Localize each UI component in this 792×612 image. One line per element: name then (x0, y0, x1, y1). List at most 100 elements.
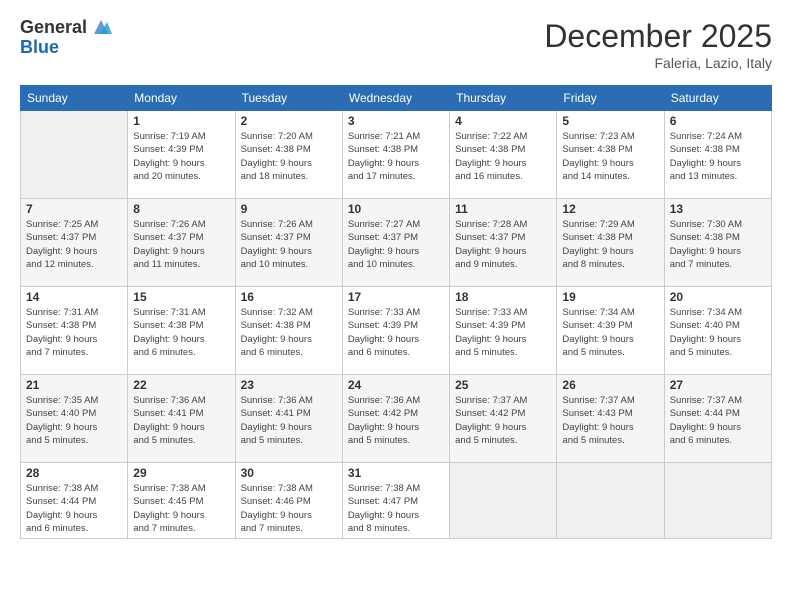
table-cell: 2 Sunrise: 7:20 AMSunset: 4:38 PMDaylight… (235, 111, 342, 199)
table-cell: 17Sunrise: 7:33 AMSunset: 4:39 PMDayligh… (342, 287, 449, 375)
day-info: Sunrise: 7:23 AMSunset: 4:38 PMDaylight:… (562, 130, 658, 183)
table-cell: 11 Sunrise: 7:28 AMSunset: 4:37 PMDayligh… (450, 199, 557, 287)
header-wednesday: Wednesday (342, 86, 449, 111)
table-cell: 28 Sunrise: 7:38 AMSunset: 4:44 PMDayligh… (21, 463, 128, 539)
day-number: 21 (26, 378, 122, 392)
day-number: 28 (26, 466, 122, 480)
day-info: Sunrise: 7:36 AMSunset: 4:41 PMDaylight:… (133, 394, 229, 447)
day-number: 11 (455, 202, 551, 216)
table-cell: 27 Sunrise: 7:37 AMSunset: 4:44 PMDayligh… (664, 375, 771, 463)
table-cell: 19Sunrise: 7:34 AMSunset: 4:39 PMDayligh… (557, 287, 664, 375)
day-number: 25 (455, 378, 551, 392)
day-info: Sunrise: 7:37 AMSunset: 4:42 PMDaylight:… (455, 394, 551, 447)
day-info: Sunrise: 7:19 AMSunset: 4:39 PMDaylight:… (133, 130, 229, 183)
day-number: 4 (455, 114, 551, 128)
table-cell: 6 Sunrise: 7:24 AMSunset: 4:38 PMDaylight… (664, 111, 771, 199)
day-number: 8 (133, 202, 229, 216)
weekday-header-row: Sunday Monday Tuesday Wednesday Thursday… (21, 86, 772, 111)
day-info: Sunrise: 7:26 AMSunset: 4:37 PMDaylight:… (133, 218, 229, 271)
day-info: Sunrise: 7:30 AMSunset: 4:38 PMDaylight:… (670, 218, 766, 271)
day-info: Sunrise: 7:36 AMSunset: 4:42 PMDaylight:… (348, 394, 444, 447)
header-friday: Friday (557, 86, 664, 111)
week-row-2: 7 Sunrise: 7:25 AMSunset: 4:37 PMDaylight… (21, 199, 772, 287)
logo-icon (90, 16, 112, 38)
day-info: Sunrise: 7:26 AMSunset: 4:37 PMDaylight:… (241, 218, 337, 271)
day-number: 1 (133, 114, 229, 128)
day-number: 19 (562, 290, 658, 304)
day-number: 27 (670, 378, 766, 392)
table-cell: 3 Sunrise: 7:21 AMSunset: 4:38 PMDaylight… (342, 111, 449, 199)
calendar-table: Sunday Monday Tuesday Wednesday Thursday… (20, 85, 772, 539)
table-cell: 13 Sunrise: 7:30 AMSunset: 4:38 PMDayligh… (664, 199, 771, 287)
table-cell: 23 Sunrise: 7:36 AMSunset: 4:41 PMDayligh… (235, 375, 342, 463)
day-info: Sunrise: 7:32 AMSunset: 4:38 PMDaylight:… (241, 306, 337, 359)
logo-text: General Blue (20, 18, 112, 58)
day-info: Sunrise: 7:21 AMSunset: 4:38 PMDaylight:… (348, 130, 444, 183)
day-info: Sunrise: 7:38 AMSunset: 4:47 PMDaylight:… (348, 482, 444, 535)
day-number: 18 (455, 290, 551, 304)
table-cell: 24Sunrise: 7:36 AMSunset: 4:42 PMDayligh… (342, 375, 449, 463)
table-cell: 20Sunrise: 7:34 AMSunset: 4:40 PMDayligh… (664, 287, 771, 375)
table-cell (557, 463, 664, 539)
day-info: Sunrise: 7:35 AMSunset: 4:40 PMDaylight:… (26, 394, 122, 447)
day-number: 15 (133, 290, 229, 304)
day-info: Sunrise: 7:22 AMSunset: 4:38 PMDaylight:… (455, 130, 551, 183)
table-cell: 5 Sunrise: 7:23 AMSunset: 4:38 PMDaylight… (557, 111, 664, 199)
day-number: 29 (133, 466, 229, 480)
day-number: 7 (26, 202, 122, 216)
table-cell (450, 463, 557, 539)
day-info: Sunrise: 7:24 AMSunset: 4:38 PMDaylight:… (670, 130, 766, 183)
day-number: 14 (26, 290, 122, 304)
logo: General Blue (20, 18, 112, 58)
day-info: Sunrise: 7:20 AMSunset: 4:38 PMDaylight:… (241, 130, 337, 183)
table-cell: 12 Sunrise: 7:29 AMSunset: 4:38 PMDayligh… (557, 199, 664, 287)
day-number: 2 (241, 114, 337, 128)
day-number: 20 (670, 290, 766, 304)
table-cell (664, 463, 771, 539)
table-cell: 18Sunrise: 7:33 AMSunset: 4:39 PMDayligh… (450, 287, 557, 375)
day-number: 22 (133, 378, 229, 392)
table-cell: 9 Sunrise: 7:26 AMSunset: 4:37 PMDaylight… (235, 199, 342, 287)
day-number: 6 (670, 114, 766, 128)
table-cell: 31Sunrise: 7:38 AMSunset: 4:47 PMDayligh… (342, 463, 449, 539)
day-number: 9 (241, 202, 337, 216)
table-cell: 15Sunrise: 7:31 AMSunset: 4:38 PMDayligh… (128, 287, 235, 375)
header-saturday: Saturday (664, 86, 771, 111)
table-cell: 10 Sunrise: 7:27 AMSunset: 4:37 PMDayligh… (342, 199, 449, 287)
day-info: Sunrise: 7:38 AMSunset: 4:44 PMDaylight:… (26, 482, 122, 535)
day-number: 23 (241, 378, 337, 392)
header-tuesday: Tuesday (235, 86, 342, 111)
month-title: December 2025 (544, 18, 772, 55)
day-number: 16 (241, 290, 337, 304)
day-info: Sunrise: 7:38 AMSunset: 4:46 PMDaylight:… (241, 482, 337, 535)
table-cell: 1 Sunrise: 7:19 AMSunset: 4:39 PMDaylight… (128, 111, 235, 199)
day-info: Sunrise: 7:37 AMSunset: 4:43 PMDaylight:… (562, 394, 658, 447)
table-cell (21, 111, 128, 199)
day-info: Sunrise: 7:25 AMSunset: 4:37 PMDaylight:… (26, 218, 122, 271)
day-info: Sunrise: 7:37 AMSunset: 4:44 PMDaylight:… (670, 394, 766, 447)
week-row-5: 28 Sunrise: 7:38 AMSunset: 4:44 PMDayligh… (21, 463, 772, 539)
week-row-1: 1 Sunrise: 7:19 AMSunset: 4:39 PMDaylight… (21, 111, 772, 199)
header: General Blue December 2025 Faleria, Lazi… (20, 18, 772, 71)
day-number: 13 (670, 202, 766, 216)
day-info: Sunrise: 7:28 AMSunset: 4:37 PMDaylight:… (455, 218, 551, 271)
logo-general: General (20, 18, 87, 38)
table-cell: 16 Sunrise: 7:32 AMSunset: 4:38 PMDayligh… (235, 287, 342, 375)
day-number: 5 (562, 114, 658, 128)
day-number: 12 (562, 202, 658, 216)
week-row-3: 14Sunrise: 7:31 AMSunset: 4:38 PMDayligh… (21, 287, 772, 375)
day-info: Sunrise: 7:36 AMSunset: 4:41 PMDaylight:… (241, 394, 337, 447)
table-cell: 21 Sunrise: 7:35 AMSunset: 4:40 PMDayligh… (21, 375, 128, 463)
day-info: Sunrise: 7:27 AMSunset: 4:37 PMDaylight:… (348, 218, 444, 271)
day-info: Sunrise: 7:29 AMSunset: 4:38 PMDaylight:… (562, 218, 658, 271)
table-cell: 29Sunrise: 7:38 AMSunset: 4:45 PMDayligh… (128, 463, 235, 539)
table-cell: 7 Sunrise: 7:25 AMSunset: 4:37 PMDaylight… (21, 199, 128, 287)
day-number: 17 (348, 290, 444, 304)
table-cell: 22 Sunrise: 7:36 AMSunset: 4:41 PMDayligh… (128, 375, 235, 463)
day-number: 10 (348, 202, 444, 216)
calendar-page: General Blue December 2025 Faleria, Lazi… (0, 0, 792, 612)
table-cell: 26Sunrise: 7:37 AMSunset: 4:43 PMDayligh… (557, 375, 664, 463)
title-block: December 2025 Faleria, Lazio, Italy (544, 18, 772, 71)
week-row-4: 21 Sunrise: 7:35 AMSunset: 4:40 PMDayligh… (21, 375, 772, 463)
day-number: 3 (348, 114, 444, 128)
